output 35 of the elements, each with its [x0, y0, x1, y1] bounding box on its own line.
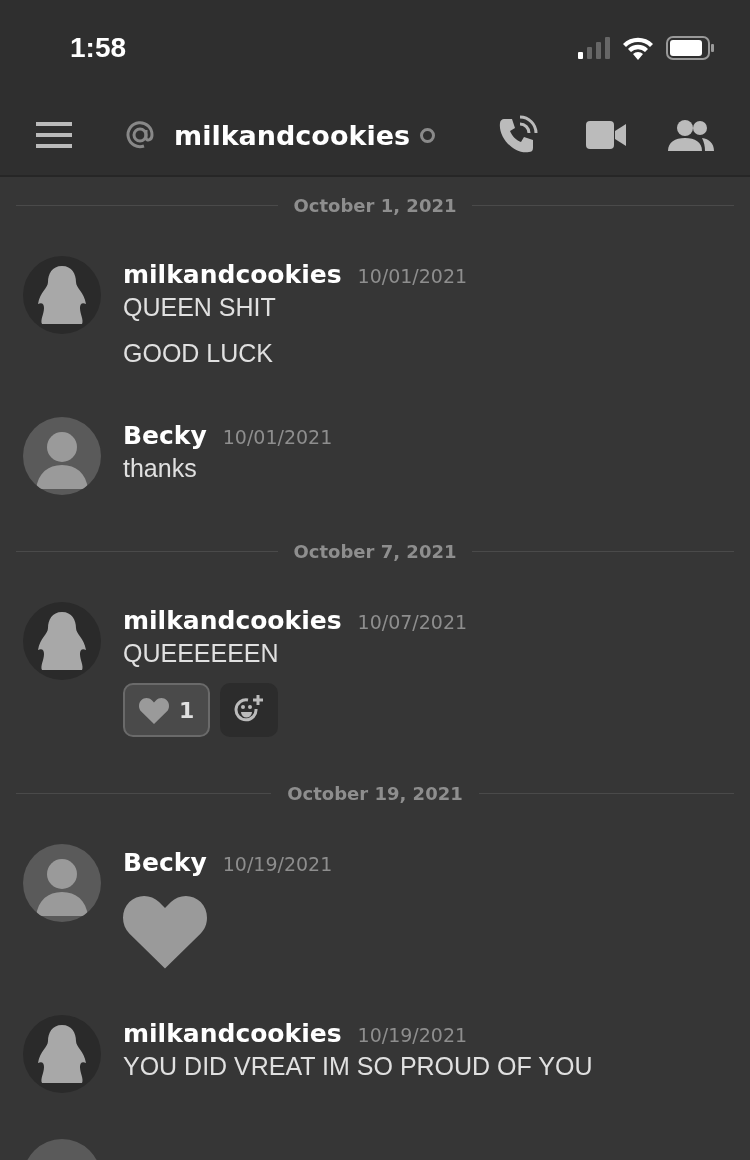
video-camera-icon[interactable] [586, 121, 626, 149]
timestamp: 10/19/2021 [222, 853, 333, 875]
author-name[interactable]: milkandcookies [123, 1018, 342, 1048]
message-text: YOU DID VREAT IM SO PROUD OF YOU [123, 1050, 593, 1082]
author-name[interactable]: Becky [123, 421, 207, 450]
message-text: thanks [123, 453, 198, 484]
message-text: QUEEEEEEN [123, 638, 280, 669]
heart-emoji-icon [123, 893, 207, 969]
ghost-icon [37, 264, 87, 326]
ghost-icon [37, 1022, 87, 1085]
ghost-icon [37, 610, 87, 672]
heart-icon [139, 696, 169, 724]
author-name[interactable]: Becky [123, 848, 207, 877]
menu-icon[interactable] [36, 122, 72, 148]
timestamp: 10/07/2021 [357, 611, 468, 633]
date-divider: October 1, 2021 [293, 195, 457, 216]
signal-icon [578, 36, 610, 59]
status-time: 1:58 [70, 31, 127, 64]
at-sign-icon [124, 119, 156, 151]
message-text: GOOD LUCK [123, 338, 275, 369]
battery-icon [666, 35, 714, 60]
date-divider: October 7, 2021 [293, 541, 457, 562]
reaction-chip[interactable]: 1 [123, 683, 211, 737]
timestamp: 10/01/2021 [357, 265, 468, 287]
date-divider: October 19, 2021 [287, 783, 463, 804]
author-name[interactable]: milkandcookies [123, 260, 342, 289]
add-reaction-button[interactable] [220, 683, 279, 737]
members-icon[interactable] [668, 119, 714, 151]
wifi-icon [622, 35, 654, 60]
timestamp: 10/19/2021 [357, 1023, 468, 1046]
message-text: QUEEN SHIT [123, 292, 277, 323]
channel-title: milkandcookies [174, 119, 411, 151]
phone-call-icon[interactable] [498, 115, 538, 155]
timestamp: 10/01/2021 [222, 426, 333, 448]
author-name[interactable]: milkandcookies [123, 606, 342, 635]
